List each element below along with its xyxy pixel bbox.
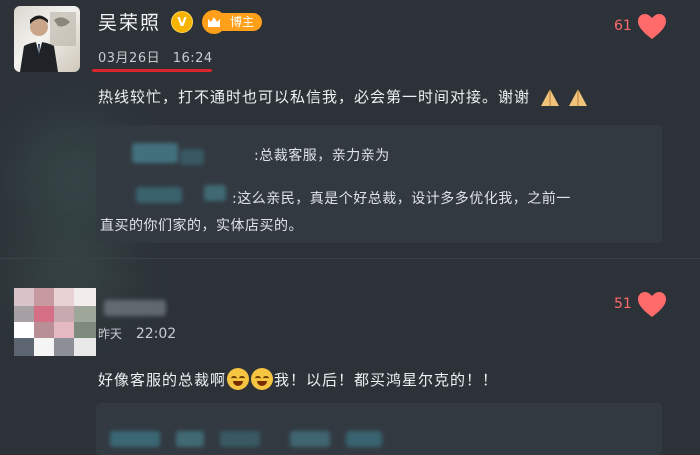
reply-line-1: :总裁客服，亲力亲为	[254, 148, 390, 164]
comment-like-count: 51	[614, 296, 632, 312]
comment-time: 22:02	[135, 326, 177, 342]
post-text: 热线较忙，打不通时也可以私信我，必会第一时间对接。谢谢	[98, 86, 589, 108]
redacted-username	[104, 300, 166, 316]
praying-hands-icon	[540, 89, 559, 106]
laughing-tears-icon	[227, 368, 250, 390]
reply-thread-box[interactable]	[96, 403, 662, 455]
redacted-username	[220, 431, 260, 447]
comment-time-label: 昨天	[98, 327, 123, 341]
redacted-username	[176, 431, 204, 447]
redacted-username	[110, 431, 160, 447]
redacted-username	[346, 431, 382, 447]
like-heart-icon[interactable]	[637, 13, 667, 41]
verified-badge-icon: V	[171, 11, 193, 33]
post-text-body: 热线较忙，打不通时也可以私信我，必会第一时间对接。谢谢	[98, 88, 531, 106]
redacted-username	[132, 143, 178, 163]
red-underline-annotation	[92, 69, 212, 72]
like-count: 61	[614, 18, 632, 34]
redacted-username	[204, 185, 226, 201]
redacted-username	[180, 149, 204, 165]
post-date: 03月26日	[98, 51, 161, 66]
comment-text-before: 好像客服的总裁啊	[98, 370, 227, 389]
post-timestamp: 03月26日 16:24	[98, 47, 213, 66]
author-name[interactable]: 吴荣照	[98, 8, 161, 35]
comment-text: 好像客服的总裁啊 我！以后！都买鸿星尔克的！！	[98, 368, 498, 390]
comment-like-heart-icon[interactable]	[637, 291, 667, 319]
reply-line-3: 直买的你们家的，实体店买的。	[100, 218, 303, 234]
post-time: 16:24	[172, 51, 213, 66]
laughing-tears-icon	[251, 368, 274, 390]
comment-timestamp: 昨天 22:02	[98, 325, 176, 342]
comment-text-after: 我！以后！都买鸿星尔克的！！	[274, 370, 499, 389]
author-avatar[interactable]	[14, 6, 80, 72]
blogger-badge: 博主	[202, 10, 263, 34]
crown-icon	[202, 10, 226, 34]
redacted-username	[290, 431, 330, 447]
reply-thread-box[interactable]: :总裁客服，亲力亲为 :这么亲民，真是个好总裁，设计多多优化我，之前一 直买的你…	[96, 125, 662, 243]
praying-hands-icon	[568, 89, 587, 106]
redacted-username	[136, 187, 182, 203]
blogger-label: 博主	[220, 13, 263, 31]
commenter-avatar-redacted[interactable]	[14, 288, 96, 356]
divider	[0, 258, 700, 259]
reply-line-2: :这么亲民，真是个好总裁，设计多多优化我，之前一	[232, 191, 571, 207]
